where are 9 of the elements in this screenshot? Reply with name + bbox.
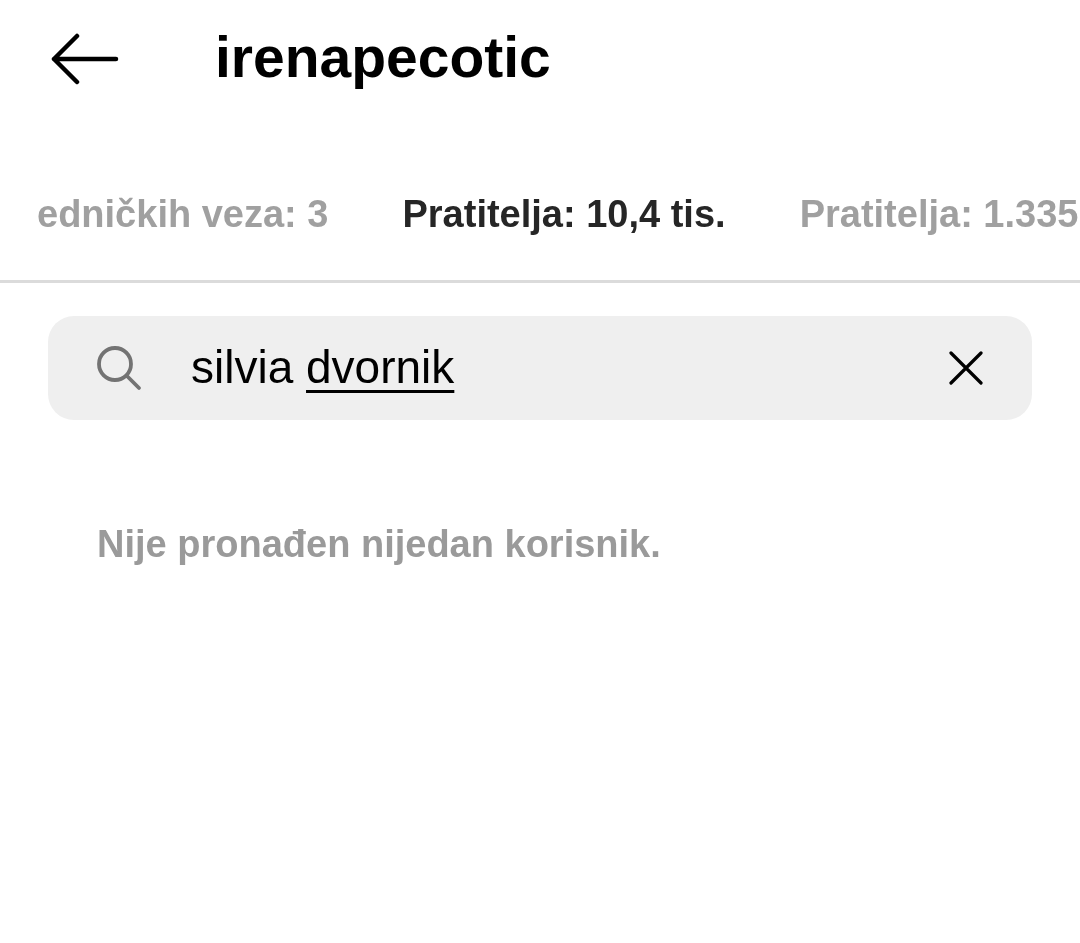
- empty-result-message: Nije pronađen nijedan korisnik.: [97, 521, 662, 567]
- search-query: silvia dvornik: [191, 340, 456, 396]
- search-field[interactable]: silvia dvornik: [48, 315, 1032, 420]
- search-icon: [96, 344, 142, 391]
- back-arrow-icon: [51, 33, 119, 85]
- back-button[interactable]: [50, 33, 120, 85]
- tab[interactable]: Pratitelja: 10,4 tis.: [365, 164, 763, 280]
- close-icon: [949, 350, 983, 385]
- profile-username: irenapecotic: [215, 28, 551, 90]
